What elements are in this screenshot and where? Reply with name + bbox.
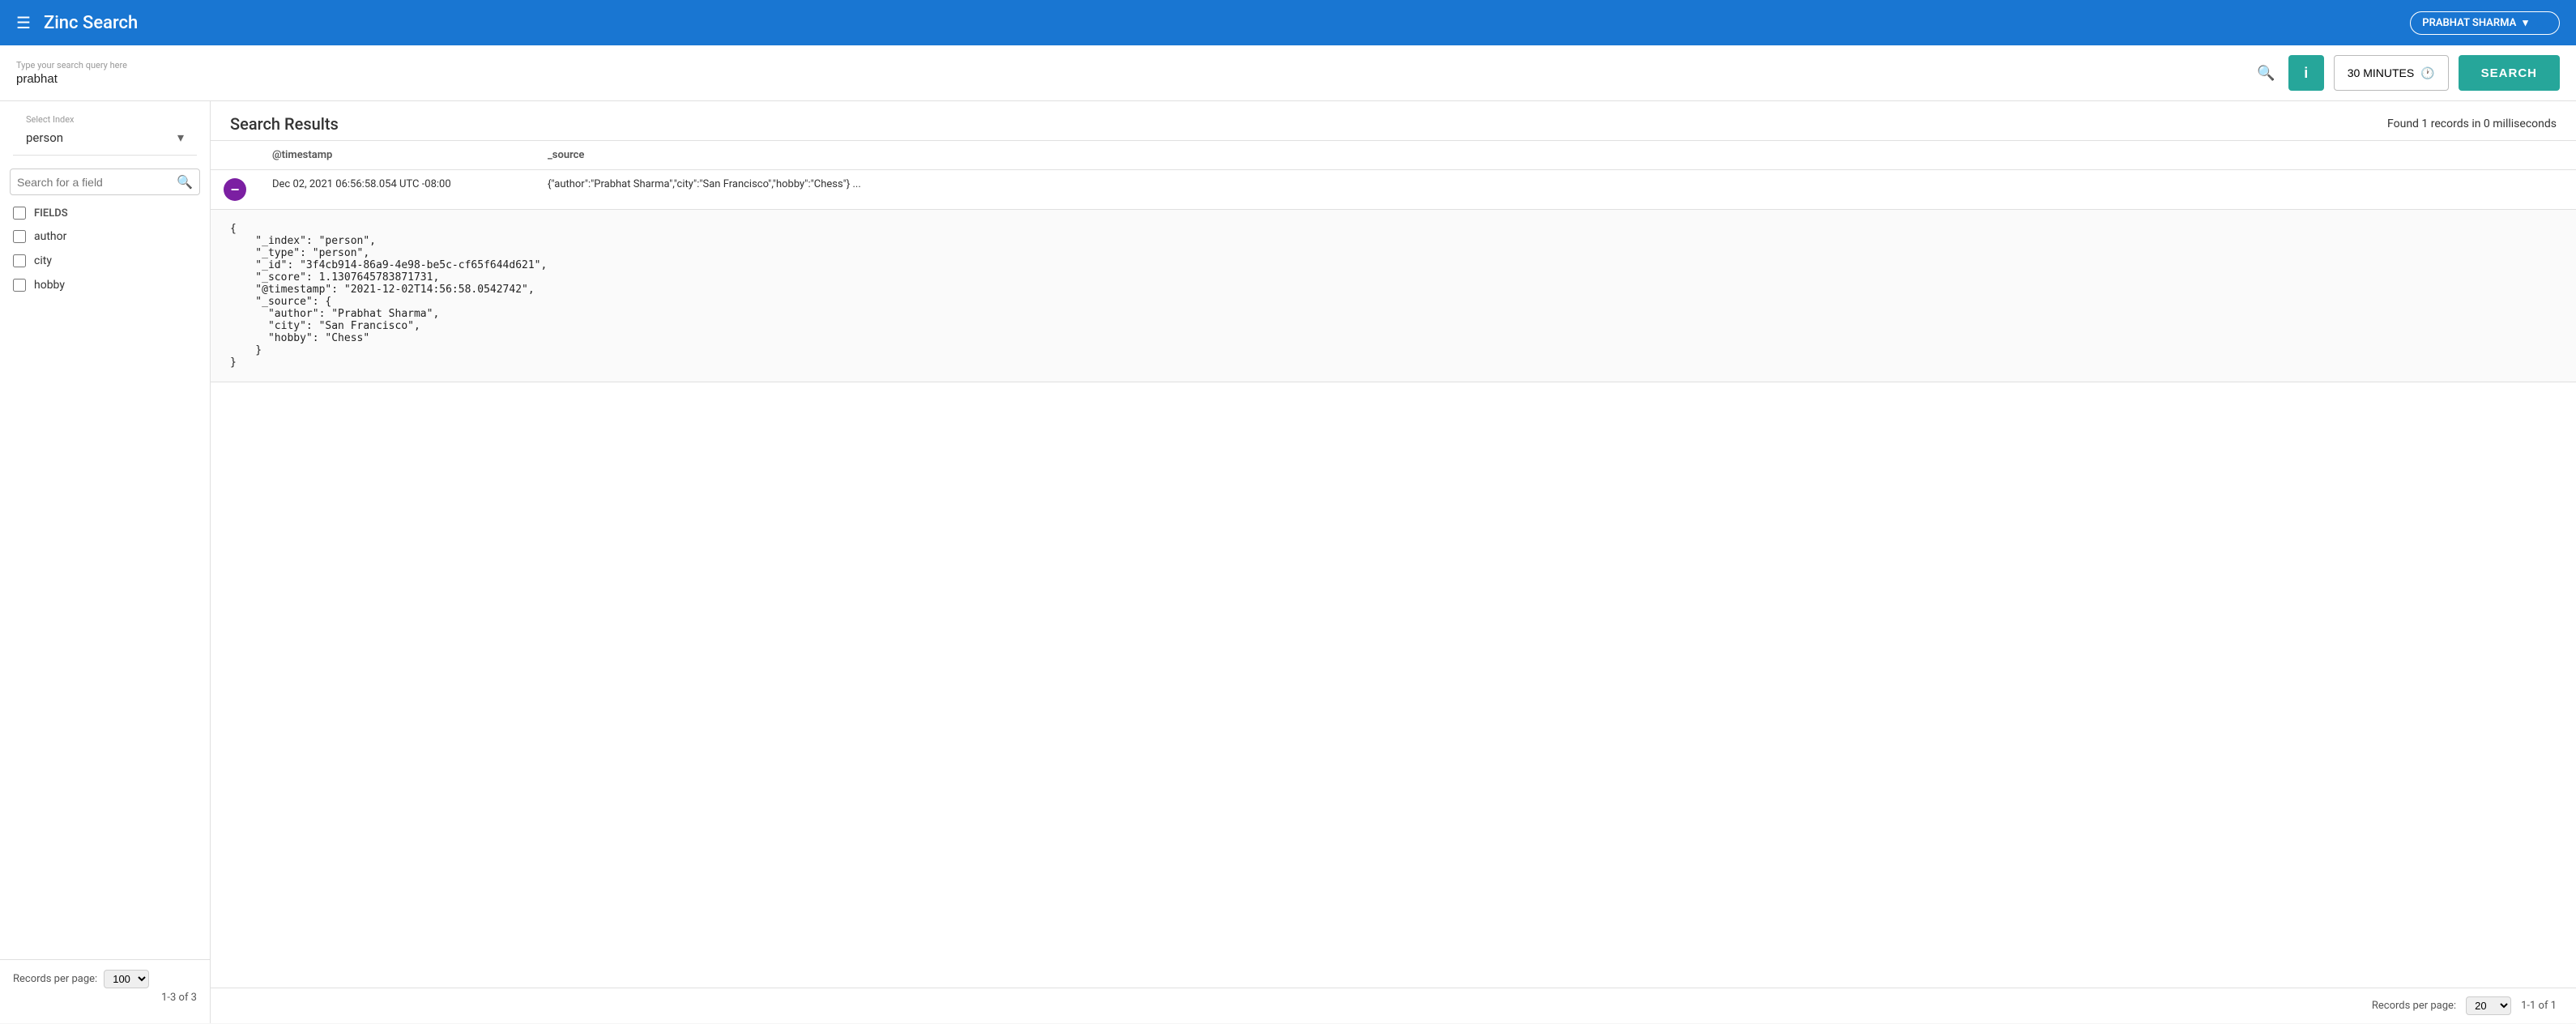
select-index-label: Select Index [13,114,197,125]
app-title: Zinc Search [44,13,2410,33]
expanded-row: { "_index": "person", "_type": "person",… [211,210,2576,382]
search-input[interactable] [16,72,2244,86]
index-select-value: person [26,130,63,145]
user-name: PRABHAT SHARMA [2422,17,2516,29]
search-bar-area: Type your search query here 🔍 i 30 MINUT… [0,45,2576,101]
user-menu[interactable]: PRABHAT SHARMA ▾ 👤 [2410,11,2560,35]
field-search-input[interactable] [17,176,177,189]
field-item-city[interactable]: city [0,249,210,273]
dropdown-arrow-icon: ▾ [2523,17,2528,29]
field-search-icon: 🔍 [177,174,193,190]
time-range-label: 30 MINUTES [2348,66,2414,79]
results-header: Search Results Found 1 records in 0 mill… [211,101,2576,141]
search-input-label: Type your search query here [16,60,2244,70]
expanded-json: { "_index": "person", "_type": "person",… [211,210,2576,382]
city-checkbox[interactable] [13,254,26,267]
author-checkbox[interactable] [13,230,26,243]
row-timestamp: Dec 02, 2021 06:56:58.054 UTC -08:00 [259,170,535,210]
source-col-header: _source [535,141,2576,170]
header: ☰ Zinc Search PRABHAT SHARMA ▾ 👤 [0,0,2576,45]
field-item-hobby[interactable]: hobby [0,273,210,297]
clock-icon: 🕐 [2420,66,2434,80]
results-table: @timestamp _source − Dec 02, 2021 06:56:… [211,141,2576,382]
search-button[interactable]: SEARCH [2459,55,2560,91]
city-label: city [34,254,52,267]
row-expand-button[interactable]: − [224,178,246,201]
sidebar: Select Index person ▾ 🔍 FIELDS author ci… [0,101,211,1023]
info-icon: i [2304,65,2308,82]
info-button[interactable]: i [2288,55,2324,91]
field-search-wrap: 🔍 [10,169,200,195]
fields-header: FIELDS [0,202,210,224]
sidebar-records-per-page-label: Records per page: [13,973,97,985]
author-label: author [34,230,66,243]
menu-icon[interactable]: ☰ [16,13,31,32]
sidebar-records-per-page-select[interactable]: 100 50 20 [104,970,149,988]
results-count: Found 1 records in 0 milliseconds [2387,117,2557,130]
expand-col-header [211,141,259,170]
footer-records-per-page-select[interactable]: 20 50 100 [2466,996,2511,1015]
index-select[interactable]: person ▾ [13,126,197,156]
hobby-checkbox[interactable] [13,279,26,292]
main-layout: Select Index person ▾ 🔍 FIELDS author ci… [0,101,2576,1023]
row-expand-cell: − [211,170,259,210]
footer-pagination: 1-1 of 1 [2521,1000,2557,1012]
hobby-label: hobby [34,279,65,292]
search-input-wrap: Type your search query here [16,60,2244,86]
table-row: − Dec 02, 2021 06:56:58.054 UTC -08:00 {… [211,170,2576,210]
time-range-button[interactable]: 30 MINUTES 🕐 [2334,55,2449,91]
search-magnifier-button[interactable]: 🔍 [2254,62,2278,85]
fields-select-all-checkbox[interactable] [13,207,26,220]
sidebar-records-count: 1-3 of 3 [13,992,197,1004]
footer-records-per-page-label: Records per page: [2372,1000,2456,1012]
user-avatar-icon: 👤 [2535,17,2548,29]
results-title: Search Results [230,114,339,134]
field-item-author[interactable]: author [0,224,210,249]
timestamp-col-header: @timestamp [259,141,535,170]
sidebar-footer: Records per page: 100 50 20 1-3 of 3 [0,959,210,1010]
search-magnifier-icon: 🔍 [2257,65,2275,81]
results-footer: Records per page: 20 50 100 1-1 of 1 [211,988,2576,1023]
row-source: {"author":"Prabhat Sharma","city":"San F… [535,170,2576,210]
fields-label: FIELDS [34,207,68,220]
main-content: Search Results Found 1 records in 0 mill… [211,101,2576,1023]
index-select-arrow-icon: ▾ [177,130,184,145]
